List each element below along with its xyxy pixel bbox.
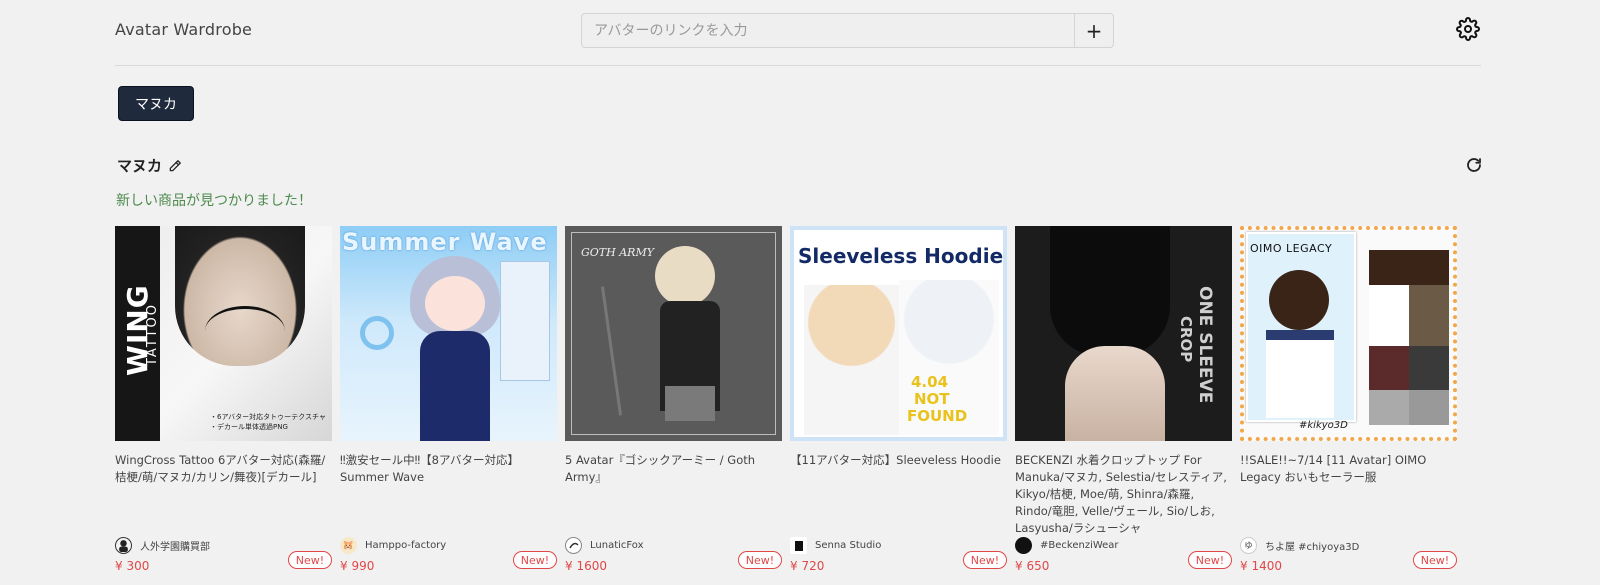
new-badge: New!: [963, 551, 1007, 569]
thumb-inset: [500, 261, 550, 381]
product-card[interactable]: WING TATTOO ・6アバター対応タトゥーテクスチャ ・デカール単体透過P…: [115, 226, 332, 573]
new-badge: New!: [1413, 551, 1457, 569]
seller-link[interactable]: ゆ ちよ屋 #chiyoya3D: [1240, 537, 1359, 554]
new-badge: New!: [288, 551, 332, 569]
thumb-figure-skirt: [665, 386, 715, 421]
app-title: Avatar Wardrobe: [115, 20, 253, 39]
seller-link[interactable]: LunaticFox: [565, 537, 644, 554]
seller-avatar-icon: ゆ: [1240, 537, 1257, 554]
section-header: マヌカ: [117, 155, 182, 176]
product-price: ¥ 1400: [1240, 559, 1282, 573]
thumb-figure-uniform: [1266, 330, 1334, 418]
product-thumbnail[interactable]: Summer Wave: [340, 226, 557, 441]
thumb-figure-torso: [1065, 346, 1165, 441]
new-badge: New!: [513, 551, 557, 569]
seller-name: ちよ屋 #chiyoya3D: [1265, 542, 1360, 553]
product-title[interactable]: BECKENZI 水着クロップトップ For Manuka/マヌカ, Seles…: [1015, 452, 1232, 537]
thumb-label: CROP: [1177, 316, 1195, 363]
product-card[interactable]: Summer Wave ‼激安セール中‼【8アバター対応】Summer Wave…: [340, 226, 557, 573]
thumb-label: NOT: [914, 390, 950, 408]
thumb-figure-face: [425, 276, 485, 331]
section-title: マヌカ: [117, 157, 163, 175]
refresh-icon[interactable]: [1465, 156, 1483, 174]
seller-avatar-icon: 🐹: [340, 537, 357, 554]
new-badge: New!: [1188, 551, 1232, 569]
product-card[interactable]: ONE SLEEVE CROP BECKENZI 水着クロップトップ For M…: [1015, 226, 1232, 573]
thumb-figure-3: [1409, 250, 1449, 425]
thumb-label: FOUND: [907, 407, 968, 425]
product-thumbnail[interactable]: Sleeveless Hoodie 4.04 NOT FOUND: [790, 226, 1007, 441]
product-price: ¥ 300: [115, 559, 150, 573]
thumb-figure-body: [420, 331, 490, 441]
product-title[interactable]: 【11アバター対応】Sleeveless Hoodie: [790, 452, 1007, 469]
product-thumbnail[interactable]: WING TATTOO ・6アバター対応タトゥーテクスチャ ・デカール単体透過P…: [115, 226, 332, 441]
seller-avatar-icon: [565, 537, 582, 554]
thumb-label: OIMO LEGACY: [1250, 242, 1333, 255]
url-bar: +: [581, 13, 1114, 48]
thumb-label: ・デカール単体透過PNG: [210, 423, 288, 431]
product-thumbnail[interactable]: OIMO LEGACY #kikyo3D: [1240, 226, 1457, 441]
product-title[interactable]: ‼激安セール中‼【8アバター対応】Summer Wave: [340, 452, 557, 486]
thumb-label: Sleeveless Hoodie: [798, 244, 1004, 268]
thumb-crop-top: [1050, 226, 1170, 356]
thumb-label: GOTH ARMY: [581, 246, 654, 259]
product-title[interactable]: 5 Avatar『ゴシックアーミー / Goth Army』: [565, 452, 782, 486]
status-message: 新しい商品が見つかりました！: [116, 193, 312, 209]
tab-manuka[interactable]: マヌカ: [118, 86, 194, 121]
new-badge: New!: [738, 551, 782, 569]
avatar-url-input[interactable]: [582, 14, 1074, 47]
product-title[interactable]: WingCross Tattoo 6アバター対応(森羅/桔梗/萌/マヌカ/カリン…: [115, 452, 332, 486]
thumb-tattoo: [205, 306, 285, 356]
add-button[interactable]: +: [1074, 14, 1113, 47]
seller-name: 人外学園購買部: [140, 542, 210, 553]
thumb-figure-2: [1369, 250, 1409, 425]
seller-name: #BeckenziWear: [1040, 540, 1119, 551]
thumb-label: ONE SLEEVE: [1195, 286, 1215, 404]
seller-avatar-icon: [790, 537, 807, 554]
seller-link[interactable]: 人外学園購買部: [115, 537, 210, 554]
thumb-figure-left: [804, 285, 899, 435]
seller-name: Hamppo-factory: [365, 540, 447, 551]
thumb-float-ring: [360, 316, 394, 350]
product-price: ¥ 1600: [565, 559, 607, 573]
seller-link[interactable]: 🐹 Hamppo-factory: [340, 537, 446, 554]
gear-icon[interactable]: [1456, 17, 1480, 41]
thumb-figure-hair: [655, 246, 715, 306]
product-card[interactable]: OIMO LEGACY #kikyo3D !!SALE!!~7/14 [11 A…: [1240, 226, 1457, 573]
thumb-label: Summer Wave: [342, 228, 548, 256]
product-thumbnail[interactable]: GOTH ARMY: [565, 226, 782, 441]
thumb-label: TATTOO: [145, 303, 160, 366]
product-card[interactable]: Sleeveless Hoodie 4.04 NOT FOUND 【11アバター…: [790, 226, 1007, 573]
app-root: Avatar Wardrobe + マヌカ マヌカ 新しい商品が見つかりました！: [0, 0, 1600, 585]
thumb-label: 4.04: [911, 373, 949, 391]
pencil-icon[interactable]: [168, 159, 182, 173]
header-divider: [115, 65, 1481, 66]
seller-name: Senna Studio: [815, 540, 882, 551]
product-price: ¥ 720: [790, 559, 825, 573]
product-price: ¥ 990: [340, 559, 375, 573]
seller-name: LunaticFox: [590, 540, 644, 551]
thumb-label: #kikyo3D: [1299, 420, 1348, 431]
thumb-label: ・6アバター対応タトゥーテクスチャ: [210, 413, 326, 421]
product-title[interactable]: !!SALE!!~7/14 [11 Avatar] OIMO Legacy おい…: [1240, 452, 1457, 486]
product-price: ¥ 650: [1015, 559, 1050, 573]
product-thumbnail[interactable]: ONE SLEEVE CROP: [1015, 226, 1232, 441]
seller-avatar-icon: [115, 537, 132, 554]
product-card[interactable]: GOTH ARMY 5 Avatar『ゴシックアーミー / Goth Army』…: [565, 226, 782, 573]
seller-link[interactable]: Senna Studio: [790, 537, 881, 554]
seller-link[interactable]: #BeckenziWear: [1015, 537, 1119, 554]
seller-avatar-icon: [1015, 537, 1032, 554]
thumb-figure-hair: [1269, 270, 1329, 330]
